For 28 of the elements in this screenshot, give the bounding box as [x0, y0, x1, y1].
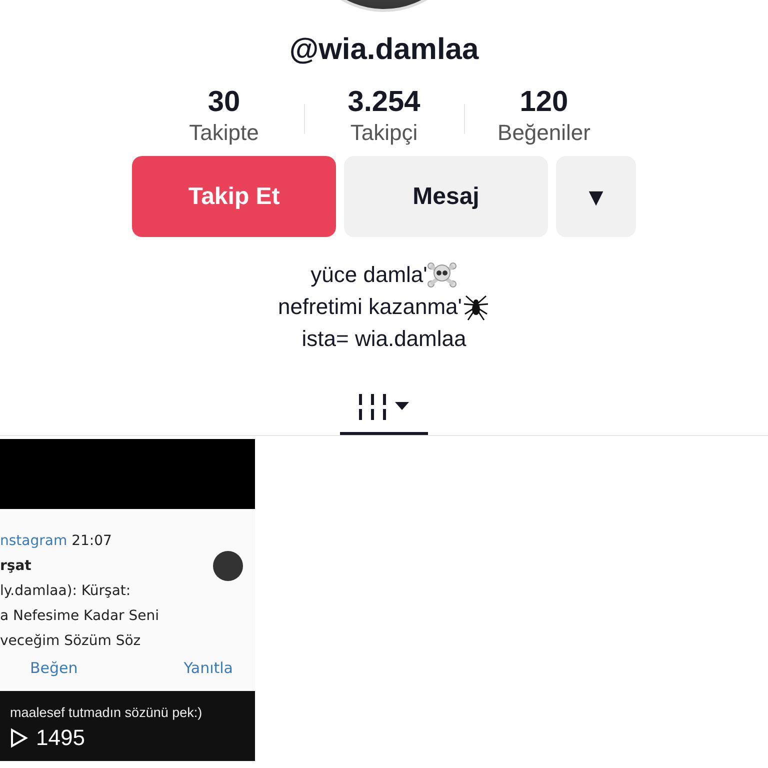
- stat-label[interactable]: Takipte: [189, 120, 259, 145]
- username: @wia.damlaa: [288, 32, 480, 68]
- stat-value: 120: [518, 86, 570, 118]
- message-text: a Nefesime Kadar Seni: [0, 608, 159, 624]
- sender-avatar: [213, 551, 243, 581]
- bio-text: ista= wia.damlaa: [302, 325, 466, 353]
- stat-label[interactable]: Beğeniler: [498, 120, 590, 145]
- view-count: 1495: [36, 725, 85, 752]
- spider-icon: [462, 293, 490, 321]
- stat-value: 3.254: [346, 86, 422, 118]
- message-text: ly.damlaa): Kürşat:: [0, 583, 131, 599]
- message-text: veceğim Sözüm Söz: [0, 633, 141, 649]
- bio-text: yüce damla': [310, 261, 428, 289]
- video-caption: maalesef tutmadın sözünü pek:): [9, 704, 204, 722]
- dropdown-button[interactable]: ▾: [556, 156, 636, 237]
- notification-action: Beğen: [30, 658, 78, 679]
- notification-action: Yanıtla: [184, 658, 233, 679]
- skull-icon: [427, 262, 458, 288]
- sender-name: rşat: [0, 558, 32, 574]
- stat-value: 30: [206, 86, 242, 118]
- play-icon: [10, 728, 28, 748]
- bio-text: nefretimi kazanma': [278, 293, 462, 321]
- message-button[interactable]: Mesaj: [344, 156, 548, 237]
- video-thumbnail[interactable]: nstagram 21:07 rşat ly.damlaa): Kürşat: a Nefesime Kadar Seni veceğim Sözüm Söz Beğen Yanıtla maalesef tutmadın sözünü pek:) 1495: [0, 439, 255, 761]
- stat-label[interactable]: Takipçi: [350, 120, 418, 145]
- app-name: nstagram: [0, 533, 68, 549]
- notification-time: 21:07: [72, 533, 112, 549]
- follow-button[interactable]: Takip Et: [132, 156, 336, 237]
